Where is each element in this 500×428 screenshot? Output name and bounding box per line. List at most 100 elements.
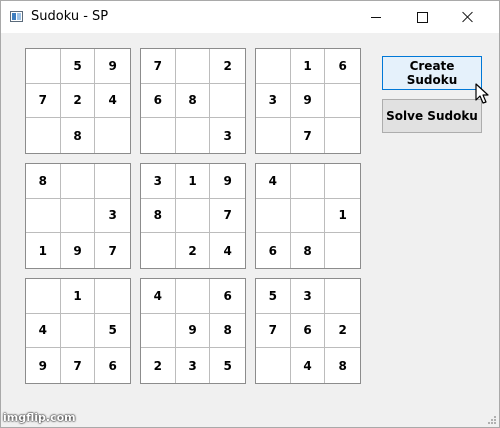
sudoku-cell[interactable] — [256, 348, 291, 383]
sudoku-cell[interactable]: 4 — [95, 84, 130, 119]
sudoku-cell[interactable]: 4 — [26, 313, 61, 349]
sudoku-cell[interactable]: 3 — [290, 279, 326, 314]
sudoku-cell[interactable]: 9 — [175, 313, 211, 349]
minimize-button[interactable] — [353, 1, 399, 33]
create-sudoku-button[interactable]: Create Sudoku — [382, 56, 482, 90]
sudoku-cell[interactable]: 6 — [325, 49, 360, 84]
window-title: Sudoku - SP — [31, 9, 109, 24]
sudoku-cell[interactable] — [325, 84, 360, 119]
sudoku-cell[interactable] — [256, 198, 291, 234]
sudoku-box: 4168 — [255, 163, 361, 269]
sudoku-cell[interactable]: 5 — [60, 49, 96, 84]
sudoku-box: 597248 — [25, 48, 131, 154]
sudoku-cell[interactable] — [141, 233, 176, 268]
sudoku-cell[interactable]: 6 — [256, 233, 291, 268]
sudoku-cell[interactable] — [256, 49, 291, 84]
sudoku-cell[interactable]: 7 — [26, 83, 61, 119]
sudoku-cell[interactable]: 1 — [26, 233, 61, 268]
title-bar[interactable]: Sudoku - SP — [1, 1, 499, 33]
sudoku-cell[interactable]: 1 — [325, 199, 360, 234]
sudoku-cell[interactable] — [325, 118, 360, 153]
sudoku-cell[interactable] — [95, 118, 130, 153]
sudoku-cell[interactable]: 7 — [95, 233, 130, 268]
sudoku-cell[interactable] — [176, 118, 211, 153]
sudoku-cell[interactable]: 2 — [60, 83, 96, 119]
sudoku-cell[interactable] — [26, 118, 61, 153]
sudoku-cell[interactable]: 9 — [26, 348, 61, 383]
sudoku-cell[interactable]: 1 — [60, 279, 96, 314]
sudoku-cell[interactable]: 8 — [210, 314, 245, 349]
sudoku-cell[interactable] — [141, 118, 176, 153]
close-button[interactable] — [445, 1, 491, 33]
maximize-button[interactable] — [399, 1, 445, 33]
sudoku-cell[interactable] — [256, 118, 291, 153]
sudoku-cell[interactable]: 9 — [210, 164, 245, 199]
sudoku-cell[interactable]: 2 — [210, 49, 245, 84]
sudoku-cell[interactable]: 7 — [141, 49, 176, 84]
sudoku-box: 16397 — [255, 48, 361, 154]
watermark: imgflip.com — [3, 411, 76, 424]
sudoku-box: 83197 — [25, 163, 131, 269]
sudoku-cell[interactable]: 1 — [175, 164, 211, 199]
sudoku-cell[interactable]: 5 — [95, 314, 130, 349]
sudoku-cell[interactable]: 8 — [61, 118, 96, 153]
sudoku-cell[interactable]: 6 — [141, 83, 176, 119]
sudoku-cell[interactable]: 9 — [61, 233, 96, 268]
sudoku-cell[interactable] — [26, 279, 61, 314]
sudoku-cell[interactable]: 4 — [210, 233, 245, 268]
sudoku-cell[interactable]: 6 — [210, 279, 245, 314]
sudoku-cell[interactable]: 7 — [256, 313, 291, 349]
sudoku-cell[interactable] — [210, 84, 245, 119]
sudoku-cell[interactable] — [290, 164, 326, 199]
sudoku-cell[interactable]: 3 — [176, 348, 211, 383]
sudoku-cell[interactable] — [175, 279, 211, 314]
sudoku-cell[interactable] — [175, 49, 211, 84]
sudoku-box: 72683 — [140, 48, 246, 154]
sudoku-cell[interactable] — [141, 313, 176, 349]
sudoku-cell[interactable]: 5 — [256, 279, 291, 314]
sudoku-box: 145976 — [25, 278, 131, 384]
sudoku-cell[interactable]: 9 — [95, 49, 130, 84]
sudoku-cell[interactable] — [26, 49, 61, 84]
sudoku-cell[interactable]: 4 — [291, 348, 326, 383]
sudoku-cell[interactable] — [325, 164, 360, 199]
app-icon — [10, 11, 23, 22]
sudoku-cell[interactable]: 5 — [210, 348, 245, 383]
sudoku-cell[interactable] — [95, 279, 130, 314]
sudoku-cell[interactable]: 3 — [256, 83, 291, 119]
sudoku-cell[interactable]: 7 — [210, 199, 245, 234]
sudoku-cell[interactable]: 3 — [95, 199, 130, 234]
sudoku-cell[interactable]: 8 — [291, 233, 326, 268]
sudoku-cell[interactable]: 6 — [95, 348, 130, 383]
sudoku-cell[interactable]: 8 — [26, 164, 61, 199]
sudoku-cell[interactable]: 8 — [175, 83, 211, 119]
close-icon — [462, 11, 474, 23]
sudoku-cell[interactable]: 4 — [256, 164, 291, 199]
sudoku-cell[interactable] — [26, 198, 61, 234]
sudoku-cell[interactable]: 6 — [290, 313, 326, 349]
minimize-icon — [371, 16, 381, 18]
sudoku-cell[interactable]: 8 — [325, 348, 360, 383]
sudoku-cell[interactable] — [95, 164, 130, 199]
sudoku-cell[interactable] — [325, 279, 360, 314]
sudoku-cell[interactable]: 2 — [325, 314, 360, 349]
sudoku-cell[interactable]: 8 — [141, 198, 176, 234]
solve-sudoku-button[interactable]: Solve Sudoku — [382, 99, 482, 133]
sudoku-cell[interactable]: 7 — [291, 118, 326, 153]
sudoku-cell[interactable] — [290, 198, 326, 234]
sudoku-cell[interactable]: 1 — [290, 49, 326, 84]
sudoku-cell[interactable] — [325, 233, 360, 268]
sudoku-cell[interactable] — [60, 164, 96, 199]
sudoku-cell[interactable] — [60, 313, 96, 349]
sudoku-cell[interactable]: 2 — [141, 348, 176, 383]
sudoku-cell[interactable]: 3 — [210, 118, 245, 153]
sudoku-box: 3198724 — [140, 163, 246, 269]
sudoku-cell[interactable]: 9 — [290, 83, 326, 119]
sudoku-cell[interactable]: 7 — [61, 348, 96, 383]
sudoku-cell[interactable] — [60, 198, 96, 234]
sudoku-cell[interactable]: 3 — [141, 164, 176, 199]
sudoku-cell[interactable]: 4 — [141, 279, 176, 314]
resize-grip-icon[interactable] — [486, 414, 496, 424]
sudoku-cell[interactable] — [175, 198, 211, 234]
sudoku-cell[interactable]: 2 — [176, 233, 211, 268]
